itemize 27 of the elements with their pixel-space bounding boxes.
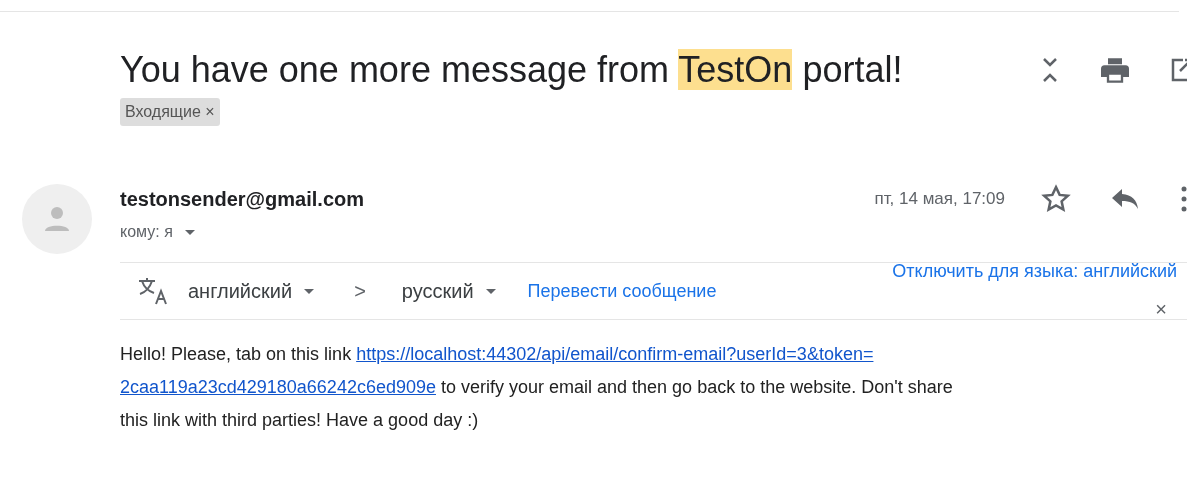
disable-language-link[interactable]: Отключить для языка: английский bbox=[892, 258, 1177, 285]
recipient-toggle[interactable]: кому: я bbox=[120, 220, 195, 244]
open-new-window-icon[interactable] bbox=[1171, 58, 1187, 82]
email-subject: You have one more message from TestOn portal! bbox=[120, 50, 903, 90]
reply-icon[interactable] bbox=[1111, 188, 1139, 210]
message-date: пт, 14 мая, 17:09 bbox=[874, 188, 1005, 211]
body-text: to verify your email and then go back to the website. Don't share bbox=[440, 377, 953, 397]
caret-icon bbox=[304, 288, 315, 294]
label-chip[interactable]: Входящие × bbox=[120, 98, 220, 126]
body-text: this link with third parties! Have a good day :) bbox=[120, 410, 479, 430]
star-icon[interactable] bbox=[1041, 184, 1071, 214]
caret-icon bbox=[184, 229, 195, 235]
body-text: Hello! Please, tab on this link bbox=[120, 344, 353, 364]
confirmation-link[interactable]: https://localhost:44302/api/email/confirm-email?userId=3&token= bbox=[356, 344, 874, 364]
expand-collapse-icon[interactable] bbox=[1041, 56, 1059, 84]
person-icon bbox=[43, 205, 71, 233]
sender-email: testonsender@gmail.com bbox=[120, 187, 364, 212]
print-icon[interactable] bbox=[1101, 57, 1129, 83]
more-icon[interactable] bbox=[1181, 186, 1187, 212]
translate-icon bbox=[138, 277, 170, 305]
close-translation-button[interactable]: × bbox=[1155, 299, 1167, 319]
source-language-dropdown[interactable]: английский bbox=[188, 276, 315, 306]
translate-message-link[interactable]: Перевести сообщение bbox=[527, 277, 717, 305]
target-language-dropdown[interactable]: русский bbox=[401, 276, 496, 306]
direction-arrow: > bbox=[354, 279, 366, 304]
confirmation-link[interactable]: 2caa119a23cd429180a66242c6ed909e bbox=[120, 377, 436, 397]
caret-icon bbox=[485, 288, 496, 294]
